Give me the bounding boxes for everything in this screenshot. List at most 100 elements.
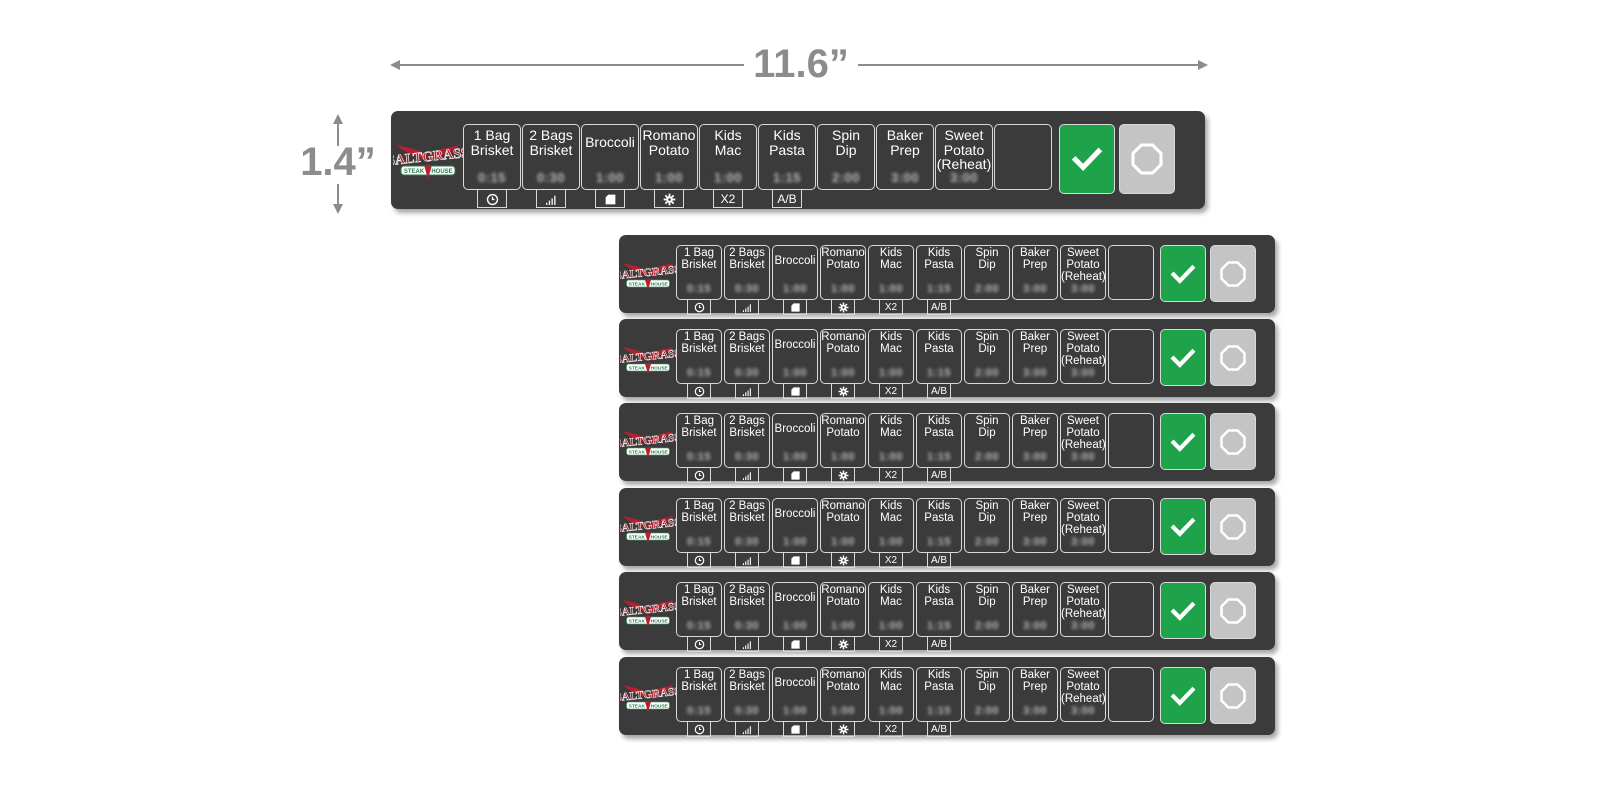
prep-button-7[interactable]: Baker Prep 3:00 <box>1012 582 1058 637</box>
prep-button-0[interactable]: 1 Bag Brisket 0:15 <box>676 245 722 300</box>
prep-button-8[interactable]: Sweet Potato (Reheat) 3:00 <box>1060 413 1106 468</box>
folder-icon <box>783 468 807 483</box>
prep-button-3[interactable]: Romano Potato 1:00 <box>820 329 866 384</box>
prep-button-7[interactable]: Baker Prep 3:00 <box>1012 667 1058 722</box>
stop-button[interactable] <box>1210 329 1256 386</box>
prep-button-6[interactable]: Spin Dip 2:00 <box>964 582 1010 637</box>
prep-button-2[interactable]: Broccoli 1:00 <box>772 413 818 468</box>
prep-button-5[interactable]: Kids Pasta 1:15 <box>758 124 816 190</box>
prep-button-0[interactable]: 1 Bag Brisket 0:15 <box>676 413 722 468</box>
prep-button-8[interactable]: Sweet Potato (Reheat) 3:00 <box>1060 245 1106 300</box>
stop-button[interactable] <box>1119 124 1175 194</box>
prep-button-7[interactable]: Baker Prep 3:00 <box>1012 245 1058 300</box>
prep-button-0[interactable]: 1 Bag Brisket 0:15 <box>676 498 722 553</box>
prep-button-label: Spin Dip <box>831 127 861 158</box>
prep-button-1[interactable]: 2 Bags Brisket 0:30 <box>724 413 770 468</box>
prep-button-0[interactable]: 1 Bag Brisket 0:15 <box>676 667 722 722</box>
prep-button-9[interactable] <box>1108 667 1154 722</box>
prep-button-9[interactable] <box>1108 582 1154 637</box>
prep-button-8[interactable]: Sweet Potato (Reheat) 3:00 <box>1060 667 1106 722</box>
prep-button-label: Sweet Potato (Reheat) <box>936 127 992 173</box>
confirm-button[interactable] <box>1160 245 1206 302</box>
prep-button-4[interactable]: Kids Mac 1:00 <box>868 582 914 637</box>
prep-button-label: Broccoli <box>774 508 816 520</box>
prep-button-5[interactable]: Kids Pasta 1:15 <box>916 667 962 722</box>
prep-button-0[interactable]: 1 Bag Brisket 0:15 <box>676 582 722 637</box>
button-strip-5: SALTGRASS STEAK HOUSE 1 Bag Brisket 0:15 2 … <box>615 572 1275 652</box>
prep-time-value: 2:00 <box>974 705 1000 717</box>
prep-button-4[interactable]: Kids Mac 1:00 <box>868 413 914 468</box>
confirm-button[interactable] <box>1160 498 1206 555</box>
confirm-button[interactable] <box>1160 667 1206 724</box>
prep-button-2[interactable]: Broccoli 1:00 <box>772 667 818 722</box>
prep-button-4[interactable]: Kids Mac 1:00 <box>868 667 914 722</box>
stop-button[interactable] <box>1210 498 1256 555</box>
prep-button-1[interactable]: 2 Bags Brisket 0:30 <box>724 667 770 722</box>
prep-button-4[interactable]: Kids Mac 1:00 <box>868 245 914 300</box>
prep-button-2[interactable]: Broccoli 1:00 <box>772 329 818 384</box>
prep-button-6[interactable]: Spin Dip 2:00 <box>817 124 875 190</box>
signal-icon <box>735 300 759 315</box>
confirm-button[interactable] <box>1059 124 1115 194</box>
confirm-button[interactable] <box>1160 582 1206 639</box>
prep-button-7[interactable]: Baker Prep 3:00 <box>876 124 934 190</box>
prep-button-1[interactable]: 2 Bags Brisket 0:30 <box>724 245 770 300</box>
gear-icon <box>831 300 855 315</box>
height-dimension-label: 1.4” <box>300 140 376 184</box>
prep-button-9[interactable] <box>1108 498 1154 553</box>
stop-button[interactable] <box>1210 413 1256 470</box>
prep-button-8[interactable]: Sweet Potato (Reheat) 3:00 <box>935 124 993 190</box>
prep-button-6[interactable]: Spin Dip 2:00 <box>964 667 1010 722</box>
prep-button-8[interactable]: Sweet Potato (Reheat) 3:00 <box>1060 498 1106 553</box>
prep-button-9[interactable] <box>1108 413 1154 468</box>
prep-button-6[interactable]: Spin Dip 2:00 <box>964 498 1010 553</box>
prep-button-8[interactable]: Sweet Potato (Reheat) 3:00 <box>1060 329 1106 384</box>
prep-button-3[interactable]: Romano Potato 1:00 <box>820 582 866 637</box>
prep-button-5[interactable]: Kids Pasta 1:15 <box>916 245 962 300</box>
prep-button-7[interactable]: Baker Prep 3:00 <box>1012 413 1058 468</box>
prep-button-3[interactable]: Romano Potato 1:00 <box>820 413 866 468</box>
prep-button-label: Romano Potato <box>642 127 696 158</box>
prep-button-0[interactable]: 1 Bag Brisket 0:15 <box>463 124 521 190</box>
prep-button-2[interactable]: Broccoli 1:00 <box>772 245 818 300</box>
prep-button-9[interactable] <box>1108 245 1154 300</box>
prep-button-0[interactable]: 1 Bag Brisket 0:15 <box>676 329 722 384</box>
prep-time-value: 1:00 <box>878 283 904 295</box>
prep-button-5[interactable]: Kids Pasta 1:15 <box>916 413 962 468</box>
prep-button-label: Sweet Potato (Reheat) <box>1061 415 1106 452</box>
prep-button-4[interactable]: Kids Mac 1:00 <box>868 498 914 553</box>
prep-button-2[interactable]: Broccoli 1:00 <box>581 124 639 190</box>
prep-button-5[interactable]: Kids Pasta 1:15 <box>916 329 962 384</box>
prep-button-8[interactable]: Sweet Potato (Reheat) 3:00 <box>1060 582 1106 637</box>
svg-text:HOUSE: HOUSE <box>651 366 669 372</box>
prep-time-value: 1:00 <box>782 367 808 379</box>
stop-button[interactable] <box>1210 245 1256 302</box>
prep-button-5[interactable]: Kids Pasta 1:15 <box>916 582 962 637</box>
gear-icon <box>654 190 684 208</box>
prep-button-6[interactable]: Spin Dip 2:00 <box>964 245 1010 300</box>
prep-button-7[interactable]: Baker Prep 3:00 <box>1012 498 1058 553</box>
stop-button[interactable] <box>1210 582 1256 639</box>
prep-button-9[interactable] <box>1108 329 1154 384</box>
prep-button-2[interactable]: Broccoli 1:00 <box>772 498 818 553</box>
confirm-button[interactable] <box>1160 329 1206 386</box>
prep-button-3[interactable]: Romano Potato 1:00 <box>820 667 866 722</box>
prep-button-7[interactable]: Baker Prep 3:00 <box>1012 329 1058 384</box>
prep-button-3[interactable]: Romano Potato 1:00 <box>820 245 866 300</box>
prep-button-1[interactable]: 2 Bags Brisket 0:30 <box>522 124 580 190</box>
prep-button-1[interactable]: 2 Bags Brisket 0:30 <box>724 582 770 637</box>
prep-button-1[interactable]: 2 Bags Brisket 0:30 <box>724 329 770 384</box>
prep-button-4[interactable]: Kids Mac 1:00 <box>868 329 914 384</box>
prep-button-3[interactable]: Romano Potato 1:00 <box>820 498 866 553</box>
prep-button-2[interactable]: Broccoli 1:00 <box>772 582 818 637</box>
prep-button-5[interactable]: Kids Pasta 1:15 <box>916 498 962 553</box>
prep-button-4[interactable]: Kids Mac 1:00 <box>699 124 757 190</box>
confirm-button[interactable] <box>1160 413 1206 470</box>
prep-button-6[interactable]: Spin Dip 2:00 <box>964 413 1010 468</box>
prep-button-3[interactable]: Romano Potato 1:00 <box>640 124 698 190</box>
prep-button-9[interactable] <box>994 124 1052 190</box>
prep-button-1[interactable]: 2 Bags Brisket 0:30 <box>724 498 770 553</box>
stop-button[interactable] <box>1210 667 1256 724</box>
prep-time-value: 1:00 <box>654 170 684 185</box>
prep-button-6[interactable]: Spin Dip 2:00 <box>964 329 1010 384</box>
